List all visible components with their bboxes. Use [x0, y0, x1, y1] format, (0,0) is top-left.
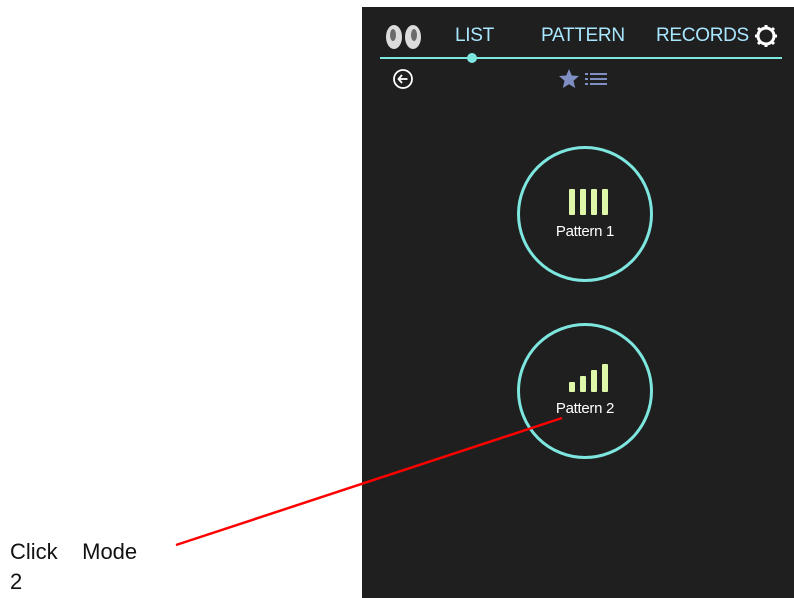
star-list-icon[interactable]: [558, 68, 612, 90]
pattern-1-label: Pattern 1: [555, 223, 615, 240]
tab-pattern[interactable]: PATTERN: [541, 25, 625, 47]
back-arrow-icon[interactable]: [392, 68, 414, 90]
annotation-line-1: Click Mode: [10, 539, 138, 564]
tab-indicator-track: [380, 57, 782, 59]
top-navigation: LIST PATTERN RECORDS: [362, 7, 794, 67]
feet-logo-icon: [386, 25, 421, 49]
ascending-bars-icon: [569, 364, 608, 392]
gear-icon[interactable]: [754, 24, 778, 48]
equal-bars-icon: [569, 189, 608, 215]
annotation-line-2: 2: [10, 569, 23, 594]
pattern-2-label: Pattern 2: [555, 400, 615, 417]
active-tab-indicator: [467, 53, 477, 63]
app-screen: LIST PATTERN RECORDS Pattern 1 Pattern 2: [362, 7, 794, 598]
tab-records[interactable]: RECORDS: [656, 25, 749, 47]
annotation-note: Click Mode 2: [10, 537, 190, 597]
pattern-1-button[interactable]: Pattern 1: [517, 146, 653, 282]
tab-list[interactable]: LIST: [455, 25, 494, 47]
pattern-2-button[interactable]: Pattern 2: [517, 323, 653, 459]
